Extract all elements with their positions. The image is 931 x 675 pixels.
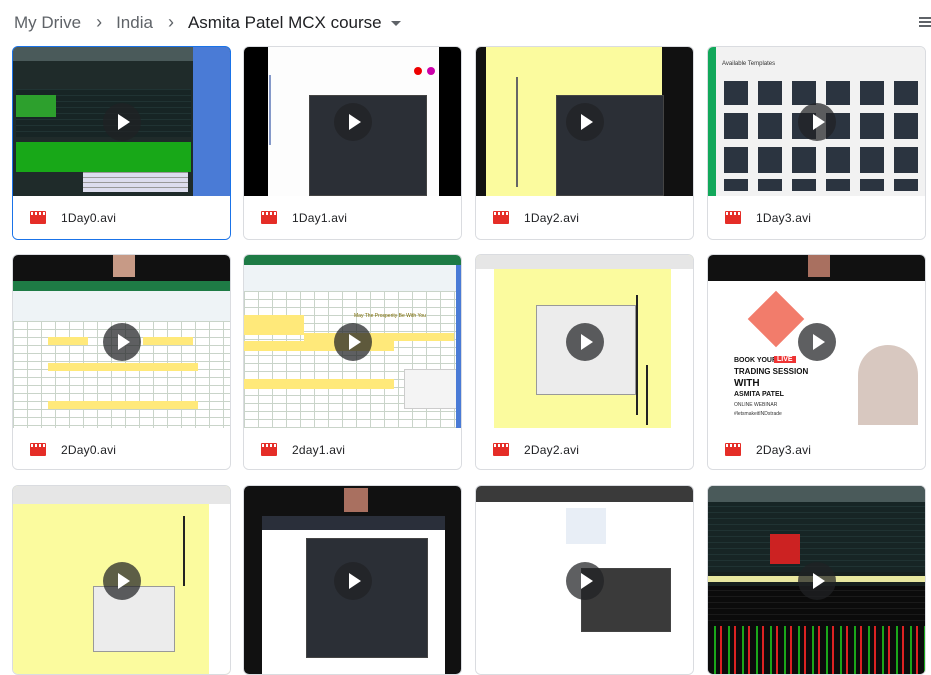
breadcrumb-india[interactable]: India: [116, 13, 153, 33]
file-card[interactable]: Available Templates 1Day3.avi: [707, 46, 926, 240]
video-thumbnail: May The Prosperity Be With You: [244, 255, 461, 428]
video-file-icon: [30, 443, 46, 456]
breadcrumb-my-drive[interactable]: My Drive: [14, 13, 81, 33]
file-name: 2Day0.avi: [61, 443, 117, 457]
templates-header: Available Templates: [722, 61, 776, 67]
play-icon[interactable]: [102, 102, 141, 141]
play-icon[interactable]: [333, 562, 372, 600]
play-icon[interactable]: [333, 102, 372, 141]
video-thumbnail: [476, 47, 693, 196]
video-file-icon: [493, 443, 509, 456]
file-card[interactable]: 2Day2.avi: [475, 254, 694, 470]
file-name: 2Day2.avi: [524, 443, 580, 457]
video-thumbnail: [244, 486, 461, 674]
promo-hashtag-text: #letsmakeitINDstrade: [734, 411, 782, 417]
video-thumbnail: [708, 486, 925, 674]
video-file-icon: [725, 443, 741, 456]
video-thumbnail: [13, 486, 230, 674]
play-icon[interactable]: [797, 322, 836, 361]
video-file-icon: [30, 211, 46, 224]
file-card[interactable]: [243, 485, 462, 675]
file-name: 2day1.avi: [292, 443, 346, 457]
play-icon[interactable]: [333, 322, 372, 361]
file-name: 1Day1.avi: [292, 211, 348, 225]
file-name: 1Day0.avi: [61, 211, 117, 225]
video-file-icon: [493, 211, 509, 224]
video-thumbnail: [476, 255, 693, 428]
promo-live-text: LIVE: [774, 356, 796, 363]
play-icon[interactable]: [565, 562, 604, 600]
chevron-right-icon: ›: [167, 12, 174, 32]
video-file-icon: [725, 211, 741, 224]
list-view-icon[interactable]: [919, 17, 931, 29]
play-icon[interactable]: [102, 322, 141, 361]
file-card[interactable]: [12, 485, 231, 675]
file-card[interactable]: [475, 485, 694, 675]
video-thumbnail: Available Templates: [708, 47, 925, 196]
promo-webinar-text: ONLINE WEBINAR: [734, 402, 778, 408]
video-thumbnail: BOOK YOUR LIVE TRADING SESSION WITH ASMI…: [708, 255, 925, 428]
video-thumbnail: [244, 47, 461, 196]
breadcrumb-current-folder[interactable]: Asmita Patel MCX course: [188, 13, 382, 33]
file-card[interactable]: May The Prosperity Be With You 2day1.avi: [243, 254, 462, 470]
video-file-icon: [261, 211, 277, 224]
file-grid: 1Day0.avi 1Day1.avi 1Day2.avi Available …: [0, 46, 931, 675]
promo-trading-text: TRADING SESSION: [734, 367, 809, 376]
play-icon[interactable]: [565, 322, 604, 361]
video-file-icon: [261, 443, 277, 456]
promo-with-text: WITH: [734, 378, 760, 389]
play-icon[interactable]: [797, 102, 836, 141]
video-thumbnail: [13, 255, 230, 428]
top-bar: My Drive › India › Asmita Patel MCX cour…: [0, 0, 931, 46]
chevron-right-icon: ›: [96, 12, 103, 32]
file-card[interactable]: [707, 485, 926, 675]
file-card[interactable]: 2Day0.avi: [12, 254, 231, 470]
file-card[interactable]: 1Day0.avi: [12, 46, 231, 240]
play-icon[interactable]: [565, 102, 604, 141]
file-name: 1Day2.avi: [524, 211, 580, 225]
play-icon[interactable]: [797, 562, 836, 600]
video-thumbnail: [476, 486, 693, 674]
promo-name-text: ASMITA PATEL: [734, 391, 784, 398]
play-icon[interactable]: [102, 562, 141, 600]
file-card[interactable]: 1Day1.avi: [243, 46, 462, 240]
file-name: 2Day3.avi: [756, 443, 812, 457]
file-card[interactable]: BOOK YOUR LIVE TRADING SESSION WITH ASMI…: [707, 254, 926, 470]
file-name: 1Day3.avi: [756, 211, 812, 225]
promo-book-text: BOOK YOUR: [734, 357, 778, 364]
chevron-down-icon[interactable]: [390, 21, 401, 26]
video-thumbnail: [13, 47, 230, 196]
file-card[interactable]: 1Day2.avi: [475, 46, 694, 240]
excel-banner-text: May The Prosperity Be With You: [354, 313, 426, 319]
breadcrumb: My Drive › India › Asmita Patel MCX cour…: [14, 12, 401, 33]
